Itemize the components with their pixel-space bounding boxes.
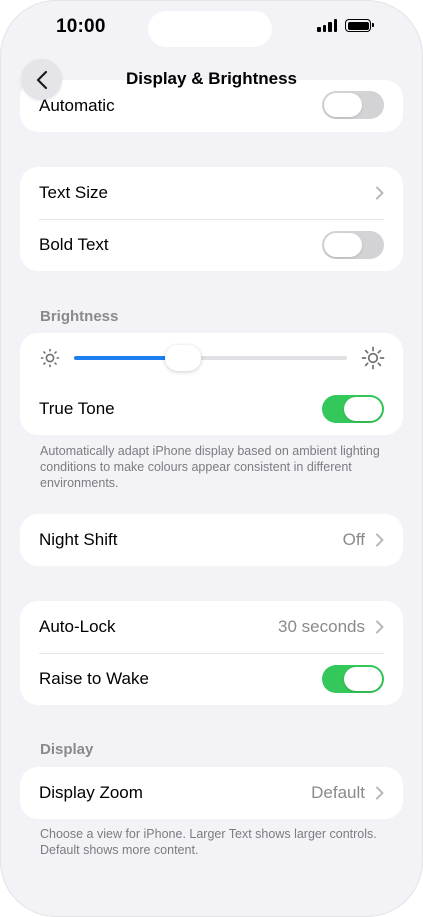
status-icons [317,19,374,32]
automatic-toggle[interactable] [322,91,384,119]
chevron-right-icon [376,620,384,634]
chevron-left-icon [36,70,47,89]
brightness-header: Brightness [40,308,119,325]
bold-text-toggle[interactable] [322,231,384,259]
display-zoom-footer: Choose a view for iPhone. Larger Text sh… [40,827,377,857]
true-tone-label: True Tone [39,399,115,418]
sun-small-icon [40,348,60,368]
text-size-label: Text Size [39,183,108,202]
raise-to-wake-toggle[interactable] [322,665,384,693]
automatic-label: Automatic [39,96,115,115]
text-size-row[interactable]: Text Size [20,167,403,219]
chevron-right-icon [376,186,384,200]
auto-lock-row[interactable]: Auto-Lock 30 seconds [20,601,403,653]
raise-to-wake-row: Raise to Wake [20,653,403,705]
night-shift-row[interactable]: Night Shift Off [20,514,403,566]
display-zoom-row[interactable]: Display Zoom Default [20,767,403,819]
bold-text-label: Bold Text [39,235,109,254]
back-button[interactable] [21,59,62,100]
bold-text-row: Bold Text [20,219,403,271]
text-group: Text Size Bold Text [20,167,403,271]
cellular-signal-icon [317,19,337,32]
toggle-knob [324,233,362,257]
night-shift-group: Night Shift Off [20,514,403,566]
chevron-right-icon [376,533,384,547]
display-zoom-value: Default [311,783,365,802]
night-shift-label: Night Shift [39,530,118,549]
auto-lock-value: 30 seconds [278,617,365,636]
display-group: Display Zoom Default [20,767,403,819]
auto-lock-label: Auto-Lock [39,617,116,636]
brightness-slider[interactable] [74,345,347,371]
toggle-knob [344,667,382,691]
true-tone-toggle[interactable] [322,395,384,423]
toggle-knob [324,93,362,117]
phone-screen: 10:00 Automatic Display & Brightness Tex… [0,0,423,917]
lock-group: Auto-Lock 30 seconds Raise to Wake [20,601,403,705]
display-zoom-label: Display Zoom [39,783,143,802]
status-time: 10:00 [56,16,106,37]
sun-large-icon [361,346,385,370]
battery-icon [345,19,374,32]
display-header: Display [40,741,94,758]
brightness-slider-row [20,333,403,383]
brightness-slider-thumb[interactable] [165,345,202,371]
raise-to-wake-label: Raise to Wake [39,669,149,688]
true-tone-footer: Automatically adapt iPhone display based… [40,444,380,490]
brightness-group: True Tone [20,333,403,435]
toggle-knob [344,397,382,421]
night-shift-value: Off [342,530,365,549]
dynamic-island [148,11,272,47]
page-title: Display & Brightness [126,69,297,88]
true-tone-row: True Tone [20,383,403,435]
chevron-right-icon [376,786,384,800]
